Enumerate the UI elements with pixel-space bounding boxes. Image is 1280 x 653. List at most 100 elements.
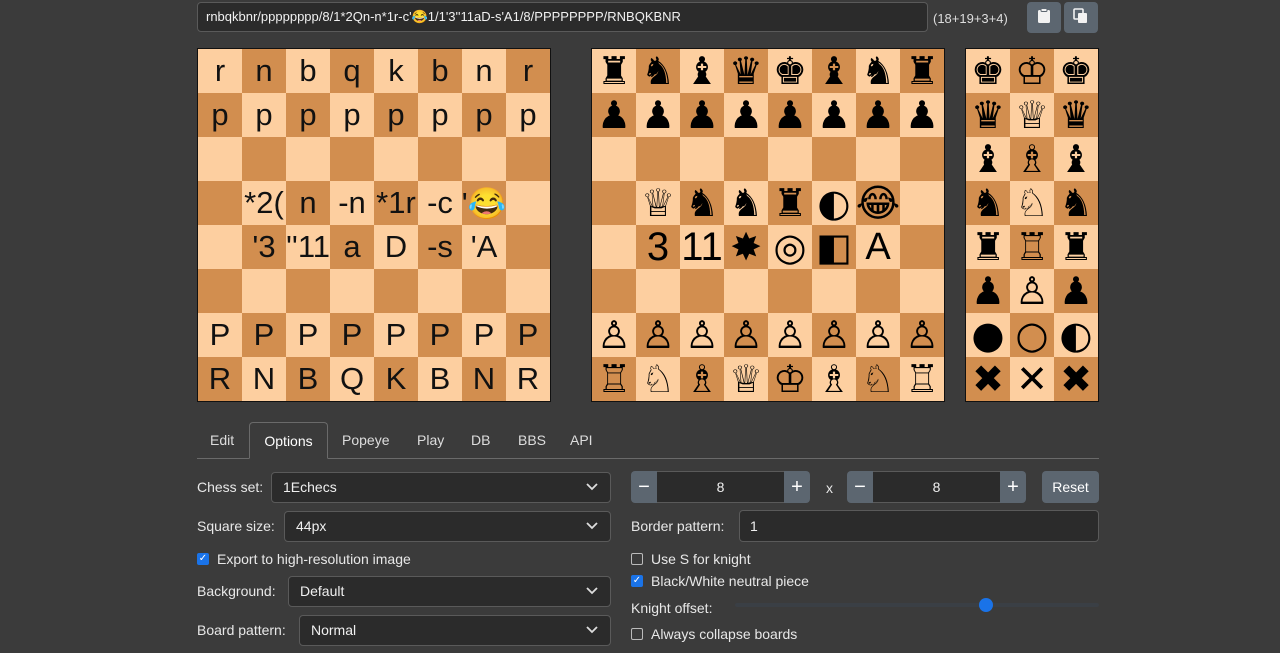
piece-board-square[interactable]: ♟ bbox=[812, 93, 856, 137]
palette-square[interactable]: ♜ bbox=[966, 225, 1010, 269]
background-select[interactable]: Default bbox=[288, 576, 611, 607]
text-board-square[interactable]: D bbox=[374, 225, 418, 269]
text-board-square[interactable]: r bbox=[198, 49, 242, 93]
piece-board-square[interactable]: ♙ bbox=[768, 313, 812, 357]
text-board-square[interactable] bbox=[418, 137, 462, 181]
text-board-square[interactable] bbox=[418, 269, 462, 313]
text-board-square[interactable]: '😂 bbox=[462, 181, 506, 225]
copy-image-button[interactable] bbox=[1064, 2, 1098, 33]
palette-square[interactable]: ♝ bbox=[1054, 137, 1098, 181]
text-board-square[interactable]: P bbox=[286, 313, 330, 357]
text-board-square[interactable] bbox=[198, 137, 242, 181]
piece-board-square[interactable]: ♟ bbox=[680, 93, 724, 137]
piece-board-square[interactable]: ♙ bbox=[900, 313, 944, 357]
piece-board-square[interactable]: ♕ bbox=[636, 181, 680, 225]
piece-board-square[interactable]: ♘ bbox=[636, 357, 680, 401]
palette-square[interactable]: ♗ bbox=[1010, 137, 1054, 181]
piece-board-square[interactable]: ♞ bbox=[724, 181, 768, 225]
piece-board-square[interactable]: ♜ bbox=[768, 181, 812, 225]
piece-board-square[interactable] bbox=[900, 137, 944, 181]
piece-board-square[interactable] bbox=[636, 269, 680, 313]
text-board-square[interactable] bbox=[330, 269, 374, 313]
piece-board-square[interactable] bbox=[592, 181, 636, 225]
text-board-square[interactable]: -s bbox=[418, 225, 462, 269]
piece-board-square[interactable]: ♟ bbox=[768, 93, 812, 137]
text-board-square[interactable] bbox=[506, 181, 550, 225]
palette-square[interactable]: ✕ bbox=[1010, 357, 1054, 401]
text-board-square[interactable]: R bbox=[506, 357, 550, 401]
piece-board-square[interactable]: ◐ bbox=[812, 181, 856, 225]
piece-board-square[interactable]: ♝ bbox=[680, 49, 724, 93]
text-board-square[interactable]: b bbox=[418, 49, 462, 93]
piece-board-square[interactable]: ♖ bbox=[900, 357, 944, 401]
piece-board-square[interactable] bbox=[724, 269, 768, 313]
piece-board-square[interactable]: ♟ bbox=[900, 93, 944, 137]
text-board-square[interactable]: '3 bbox=[242, 225, 286, 269]
piece-board-square[interactable]: 11 bbox=[680, 225, 724, 269]
board-pattern-select[interactable]: Normal bbox=[299, 615, 611, 646]
text-board-square[interactable] bbox=[506, 225, 550, 269]
text-board-square[interactable] bbox=[242, 137, 286, 181]
text-board-square[interactable]: N bbox=[242, 357, 286, 401]
piece-board-square[interactable] bbox=[724, 137, 768, 181]
text-board-square[interactable] bbox=[374, 269, 418, 313]
piece-board-square[interactable]: ◎ bbox=[768, 225, 812, 269]
piece-board-square[interactable]: ♟ bbox=[636, 93, 680, 137]
tab-popeye[interactable]: Popeye bbox=[342, 422, 389, 458]
text-board-square[interactable]: P bbox=[506, 313, 550, 357]
text-board-square[interactable]: n bbox=[462, 49, 506, 93]
palette-square[interactable]: ○ bbox=[1010, 313, 1054, 357]
piece-board-square[interactable]: 😂 bbox=[856, 181, 900, 225]
text-board-square[interactable]: p bbox=[374, 93, 418, 137]
piece-board-square[interactable] bbox=[768, 269, 812, 313]
tab-bbs[interactable]: BBS bbox=[518, 422, 546, 458]
text-board-square[interactable]: p bbox=[198, 93, 242, 137]
plus-icon[interactable]: + bbox=[1000, 471, 1026, 503]
text-board-square[interactable]: r bbox=[506, 49, 550, 93]
tab-play[interactable]: Play bbox=[417, 422, 444, 458]
piece-board-square[interactable] bbox=[592, 137, 636, 181]
text-board-square[interactable] bbox=[330, 137, 374, 181]
text-board-square[interactable]: *2( bbox=[242, 181, 286, 225]
piece-board-square[interactable]: ♕ bbox=[724, 357, 768, 401]
export-hires-checkbox[interactable]: ✓ Export to high-resolution image bbox=[197, 551, 411, 567]
piece-board-square[interactable]: ♙ bbox=[812, 313, 856, 357]
palette-square[interactable]: ♘ bbox=[1010, 181, 1054, 225]
piece-board-square[interactable]: ♗ bbox=[812, 357, 856, 401]
text-board-square[interactable]: k bbox=[374, 49, 418, 93]
palette-square[interactable]: ♞ bbox=[966, 181, 1010, 225]
piece-board-square[interactable]: ♞ bbox=[636, 49, 680, 93]
piece-board-square[interactable]: ♙ bbox=[856, 313, 900, 357]
text-board-square[interactable]: P bbox=[418, 313, 462, 357]
palette-square[interactable]: ◐ bbox=[1054, 313, 1098, 357]
text-board-square[interactable]: P bbox=[374, 313, 418, 357]
piece-board-square[interactable] bbox=[900, 225, 944, 269]
piece-board-square[interactable] bbox=[812, 137, 856, 181]
piece-board-square[interactable]: ♚ bbox=[768, 49, 812, 93]
piece-board-square[interactable]: ♟ bbox=[592, 93, 636, 137]
text-board-square[interactable]: p bbox=[330, 93, 374, 137]
palette-square[interactable]: ♚ bbox=[1054, 49, 1098, 93]
text-board-square[interactable]: R bbox=[198, 357, 242, 401]
text-board-square[interactable] bbox=[286, 137, 330, 181]
board-width-stepper[interactable]: − 8 + bbox=[631, 471, 810, 503]
text-board-square[interactable] bbox=[462, 269, 506, 313]
piece-board-square[interactable]: ♜ bbox=[900, 49, 944, 93]
text-board-square[interactable]: P bbox=[330, 313, 374, 357]
slider-thumb[interactable] bbox=[979, 598, 994, 612]
palette-square[interactable]: ♛ bbox=[966, 93, 1010, 137]
piece-palette[interactable]: ♚ ♔ ♚ ♛ ♕ ♛ ♝ ♗ ♝ ♞ ♘ ♞ ♜ ♖ ♜ ♟ ♙ ♟ ● ○ ◐ ✖ ✕ ✖ bbox=[965, 48, 1099, 402]
palette-square[interactable]: ♞ bbox=[1054, 181, 1098, 225]
piece-board-square[interactable]: ◧ bbox=[812, 225, 856, 269]
piece-board-square[interactable]: ♙ bbox=[636, 313, 680, 357]
palette-square[interactable]: ♚ bbox=[966, 49, 1010, 93]
text-board-square[interactable] bbox=[286, 269, 330, 313]
piece-board-square[interactable]: ♙ bbox=[592, 313, 636, 357]
piece-board-square[interactable]: ♔ bbox=[768, 357, 812, 401]
piece-board-square[interactable]: ♙ bbox=[680, 313, 724, 357]
palette-square[interactable]: ♔ bbox=[1010, 49, 1054, 93]
knight-offset-slider[interactable] bbox=[735, 598, 1099, 612]
square-size-select[interactable]: 44px bbox=[284, 511, 611, 542]
text-board-square[interactable]: a bbox=[330, 225, 374, 269]
text-board[interactable]: r n b q k b n r p p p p p p p p *2(n -n *1r -c '😂 '3 ''11 a D -s '… bbox=[197, 48, 551, 402]
